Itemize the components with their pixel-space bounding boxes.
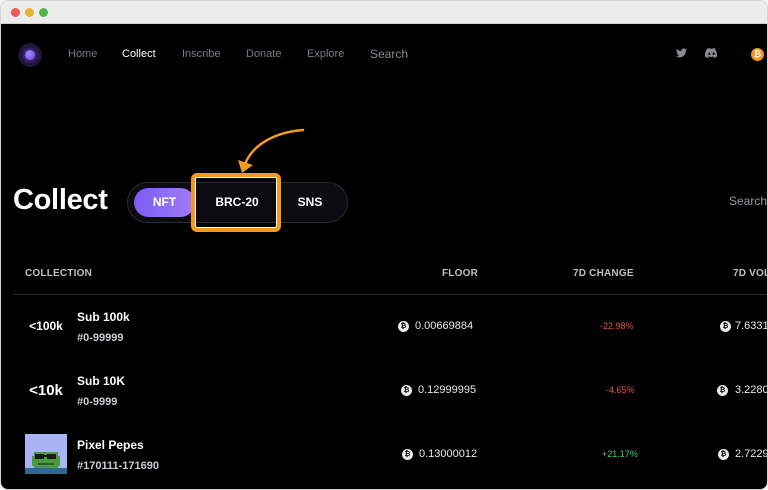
bitcoin-icon: ₿ <box>718 449 729 460</box>
volume-value: 7.6331 <box>735 320 768 332</box>
nav-search-input[interactable]: Search <box>370 47 408 61</box>
collection-name: Pixel Pepes <box>77 438 144 452</box>
volume-value: 2.7229 <box>735 448 768 460</box>
collection-range: #0-9999 <box>77 396 118 408</box>
nav-inscribe[interactable]: Inscribe <box>182 48 221 60</box>
nav-collect[interactable]: Collect <box>122 48 156 60</box>
window-titlebar <box>1 1 767 24</box>
table-row[interactable]: <10k Sub 10K #0-9999 ₿ 0.12999995 -4.65%… <box>1 360 768 424</box>
collection-search-input[interactable]: Search <box>729 194 767 208</box>
bitcoin-icon: ₿ <box>720 321 731 332</box>
collection-range: #0-99999 <box>77 332 124 344</box>
change-value: +21.17% <box>602 449 638 459</box>
nav-donate[interactable]: Donate <box>246 48 281 60</box>
floor-price: 0.00669884 <box>415 320 474 332</box>
column-header-collection[interactable]: COLLECTION <box>25 268 92 279</box>
table-row[interactable]: Pixel Pepes #170111-171690 ₿ 0.13000012 … <box>1 424 768 488</box>
logo-icon[interactable] <box>18 43 42 67</box>
column-header-7d-change[interactable]: 7D CHANGE <box>573 268 634 279</box>
bitcoin-icon: ₿ <box>401 385 412 396</box>
change-value: -22.98% <box>600 321 634 331</box>
bitcoin-icon: ₿ <box>402 449 413 460</box>
collection-thumbnail: <100k <box>29 319 63 333</box>
nav-home[interactable]: Home <box>68 48 97 60</box>
pepe-avatar-icon <box>25 434 67 474</box>
tab-nft[interactable]: NFT <box>134 188 195 217</box>
floor-price: 0.13000012 <box>419 448 478 460</box>
bitcoin-icon: ₿ <box>398 321 409 332</box>
collection-range: #170111-171690 <box>77 460 159 472</box>
highlight-box <box>191 173 281 232</box>
collection-thumbnail: <10k <box>29 381 63 399</box>
floor-price: 0.12999995 <box>418 384 477 396</box>
close-window-button[interactable] <box>11 8 20 17</box>
browser-window: Home Collect Inscribe Donate Explore Sea… <box>0 0 768 490</box>
discord-icon[interactable] <box>705 48 718 58</box>
pointer-arrow-icon <box>238 128 305 173</box>
app-content: Home Collect Inscribe Donate Explore Sea… <box>1 24 768 489</box>
bitcoin-icon[interactable]: ₿ <box>751 48 764 61</box>
volume-value: 3.2280 <box>735 384 768 396</box>
column-header-7d-vol[interactable]: 7D VOL <box>733 268 767 279</box>
collection-name: Sub 100k <box>77 310 130 324</box>
nav-explore[interactable]: Explore <box>307 48 344 60</box>
column-header-floor[interactable]: FLOOR <box>442 268 478 279</box>
maximize-window-button[interactable] <box>39 8 48 17</box>
change-value: -4.65% <box>606 385 635 395</box>
twitter-icon[interactable] <box>676 48 687 58</box>
table-header-divider <box>13 294 767 295</box>
minimize-window-button[interactable] <box>25 8 34 17</box>
pepe-avatar <box>25 434 67 474</box>
collection-name: Sub 10K <box>77 374 126 388</box>
table-row[interactable]: <100k Sub 100k #0-99999 ₿ 0.00669884 -22… <box>1 296 768 360</box>
bitcoin-icon: ₿ <box>717 385 728 396</box>
page-title: Collect <box>13 184 108 216</box>
tab-sns[interactable]: SNS <box>279 188 341 217</box>
